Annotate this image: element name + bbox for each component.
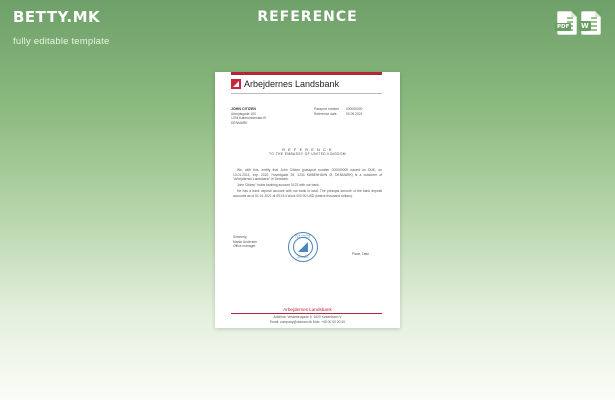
word-icon[interactable]: W xyxy=(579,11,601,35)
document-body: We, with this, certify that John Citizen… xyxy=(233,168,382,200)
word-icon-label: W xyxy=(579,21,591,31)
reference-date-label: Reference date xyxy=(314,111,337,116)
document-preview[interactable]: Arbejdernes Landsbank JOHN CITIZEN Arbej… xyxy=(215,72,400,328)
bank-logo-icon xyxy=(231,79,241,89)
passport-block: Passport number 000000000 Reference date… xyxy=(314,107,376,116)
body-paragraph-3: He has a bank deposit account with our b… xyxy=(233,189,382,198)
bank-seal: ARBEJDERNES LANDSBANK DENMARK xyxy=(288,232,318,262)
signer-title: Office manager xyxy=(233,244,256,249)
footer-contact-line: Email: company@domain.dk Mob: +45 00 00 … xyxy=(269,319,346,324)
signature-block: Sincerely, Martin Andersen Office manage… xyxy=(233,235,257,249)
banner-title: REFERENCE xyxy=(257,9,358,25)
pdf-icon-label: PDF xyxy=(555,23,572,31)
bank-name: Arbejdernes Landsbank xyxy=(244,79,340,89)
seal-logo-icon xyxy=(298,242,308,252)
body-paragraph-2: John Citizen" holds banking account 0123… xyxy=(237,183,320,188)
body-paragraph-1: We, with this, certify that John Citizen… xyxy=(233,168,382,182)
brand-tagline: fully editable template xyxy=(13,36,110,47)
file-format-icons: PDF W xyxy=(555,11,601,35)
seal-top-text: ARBEJDERNES LANDSBANK xyxy=(293,235,313,239)
addressee-line3: DENMARK xyxy=(231,120,248,125)
bank-header: Arbejdernes Landsbank xyxy=(231,79,339,89)
addressee-block: JOHN CITIZEN Arbejdsgade 100 1234 Københ… xyxy=(231,107,291,125)
pdf-icon[interactable]: PDF xyxy=(555,11,577,35)
header-divider xyxy=(231,93,382,94)
document-top-bar xyxy=(231,72,382,75)
reference-subtitle: TO THE EMBASSY OF UNITED KINGDOM xyxy=(269,152,346,156)
footer-address: Address: Vesterbrogade 5, 1620 København… xyxy=(215,315,400,324)
footer-bank-name: Arbejdernes Landsbank xyxy=(283,307,332,312)
reference-date-value: 00.00.2021 xyxy=(346,111,363,116)
footer-divider xyxy=(231,313,382,314)
reference-heading: R E F E R E N C E TO THE EMBASSY OF UNIT… xyxy=(215,148,400,156)
place-date: Place, Date xyxy=(352,252,370,256)
seal-bottom-text: DENMARK xyxy=(296,257,310,259)
